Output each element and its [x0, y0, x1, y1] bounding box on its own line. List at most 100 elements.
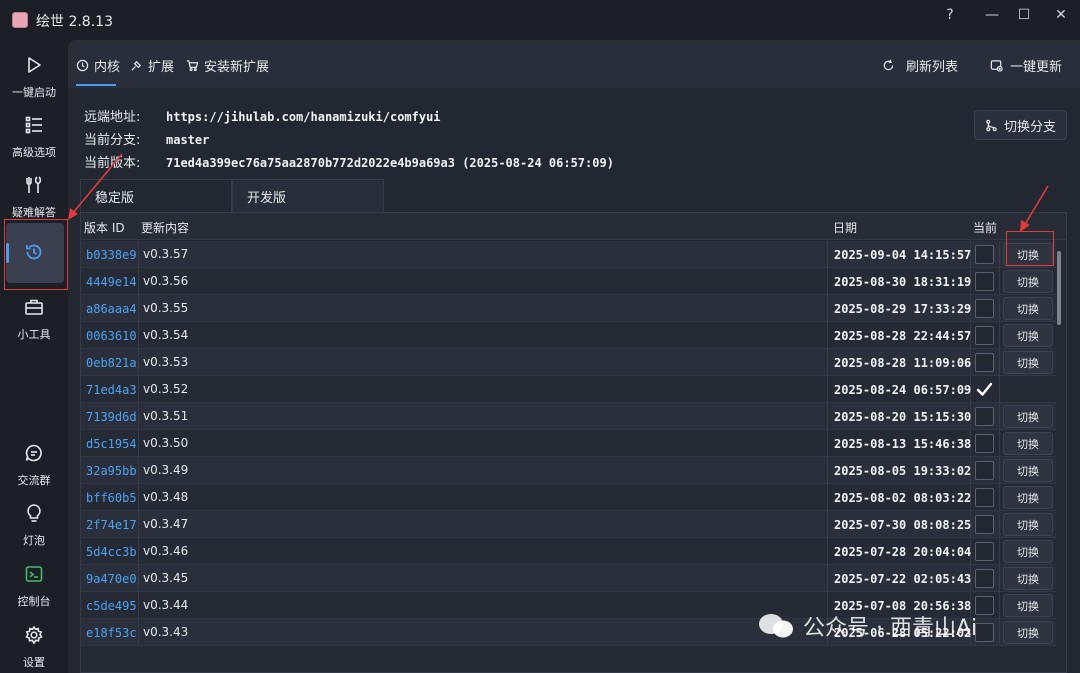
close-button[interactable]: ✕ — [1047, 4, 1075, 26]
column-divider — [138, 403, 139, 430]
tab-install-extension[interactable]: 安装新扩展 — [186, 56, 269, 75]
table-row[interactable]: 4449e14 v0.3.56 2025-08-30 18:31:19 切换 — [81, 268, 1056, 295]
table-row[interactable]: 5d4cc3b v0.3.46 2025-07-28 20:04:04 切换 — [81, 538, 1056, 565]
switch-version-button[interactable]: 切换 — [1003, 513, 1053, 536]
current-checkbox — [975, 380, 994, 399]
switch-version-button[interactable]: 切换 — [1003, 540, 1053, 563]
help-button[interactable]: ? — [936, 4, 964, 26]
table-row[interactable]: d5c1954 v0.3.50 2025-08-13 15:46:38 切换 — [81, 430, 1056, 457]
refresh-list-button[interactable]: 刷新列表 — [882, 56, 958, 75]
version-id-cell[interactable]: 0eb821a — [86, 356, 137, 370]
version-id-cell[interactable]: c5de495 — [86, 599, 137, 613]
version-content-cell: v0.3.47 — [143, 517, 189, 531]
remote-address-value: https://jihulab.com/hanamizuki/comfyui — [166, 110, 441, 124]
version-id-cell[interactable]: 0063610 — [86, 329, 137, 343]
column-divider — [827, 322, 828, 349]
tab-extensions-label: 扩展 — [148, 60, 175, 75]
switch-version-button[interactable]: 切换 — [1003, 432, 1053, 455]
one-click-update-button[interactable]: 一键更新 — [990, 56, 1062, 75]
version-id-cell[interactable]: a86aaa4 — [86, 302, 137, 316]
version-id-cell[interactable]: b0338e9 — [86, 248, 137, 262]
sidebar-item-advanced[interactable]: 高级选项 — [0, 114, 68, 170]
current-checkbox — [975, 272, 994, 291]
switch-version-button[interactable]: 切换 — [1003, 351, 1053, 374]
table-row[interactable]: a86aaa4 v0.3.55 2025-08-29 17:33:29 切换 — [81, 295, 1056, 322]
column-divider — [827, 403, 828, 430]
version-content-cell: v0.3.45 — [143, 571, 189, 585]
current-checkbox — [975, 596, 994, 615]
sidebar-item-community[interactable]: 交流群 — [0, 442, 68, 498]
column-divider — [827, 538, 828, 565]
current-branch-value: master — [166, 133, 210, 147]
switch-version-button[interactable]: 切换 — [1003, 459, 1053, 482]
version-id-cell[interactable]: e18f53c — [86, 626, 137, 640]
table-row[interactable]: 32a95bb v0.3.49 2025-08-05 19:33:02 切换 — [81, 457, 1056, 484]
tab-core[interactable]: 内核 — [76, 56, 120, 75]
table-row[interactable]: 9a470e0 v0.3.45 2025-07-22 02:05:43 切换 — [81, 565, 1056, 592]
column-divider — [999, 484, 1000, 511]
sidebar-item-tools[interactable]: 小工具 — [0, 296, 68, 352]
column-divider — [827, 295, 828, 322]
table-scrollbar[interactable] — [1057, 251, 1061, 325]
sidebar-item-settings[interactable]: 设置 — [0, 624, 68, 673]
table-row[interactable]: b0338e9 v0.3.57 2025-09-04 14:15:57 切换 — [81, 241, 1056, 268]
version-id-cell[interactable]: 2f74e17 — [86, 518, 137, 532]
version-id-cell[interactable]: bff60b5 — [86, 491, 137, 505]
table-row[interactable]: 7139d6d v0.3.51 2025-08-20 15:15:30 切换 — [81, 403, 1056, 430]
switch-branch-button[interactable]: 切换分支 — [974, 110, 1067, 140]
version-id-cell[interactable]: 7139d6d — [86, 410, 137, 424]
tab-extensions[interactable]: 扩展 — [130, 56, 174, 75]
switch-version-button[interactable]: 切换 — [1003, 621, 1053, 644]
version-id-cell[interactable]: d5c1954 — [86, 437, 137, 451]
maximize-button[interactable]: ☐ — [1010, 4, 1038, 26]
bulb-icon — [23, 502, 45, 524]
tab-dev[interactable]: 开发版 — [232, 179, 384, 213]
switch-version-button[interactable]: 切换 — [1003, 486, 1053, 509]
column-divider — [999, 268, 1000, 295]
title-bar: 绘世 2.8.13 ? — ☐ ✕ — [0, 0, 1080, 40]
version-date-cell: 2025-09-04 14:15:57 — [834, 248, 972, 262]
version-id-cell[interactable]: 9a470e0 — [86, 572, 137, 586]
header-date: 日期 — [833, 221, 858, 235]
table-row[interactable]: 0eb821a v0.3.53 2025-08-28 11:09:06 切换 — [81, 349, 1056, 376]
table-row[interactable]: bff60b5 v0.3.48 2025-08-02 08:03:22 切换 — [81, 484, 1056, 511]
column-divider — [138, 592, 139, 619]
switch-version-button[interactable]: 切换 — [1003, 405, 1053, 428]
switch-version-button[interactable]: 切换 — [1003, 594, 1053, 617]
current-checkbox — [975, 542, 994, 561]
version-id-cell[interactable]: 32a95bb — [86, 464, 137, 478]
switch-version-button[interactable]: 切换 — [1003, 567, 1053, 590]
check-icon — [976, 382, 993, 396]
list-icon — [23, 114, 45, 136]
column-divider — [827, 484, 828, 511]
remote-address-label: 远端地址: — [84, 110, 141, 125]
sidebar-item-launch[interactable]: 一键启动 — [0, 54, 68, 110]
table-row[interactable]: 2f74e17 v0.3.47 2025-07-30 08:08:25 切换 — [81, 511, 1056, 538]
column-divider — [138, 484, 139, 511]
switch-version-button[interactable]: 切换 — [1003, 324, 1053, 347]
version-content-cell: v0.3.52 — [143, 382, 189, 396]
version-id-cell[interactable]: 4449e14 — [86, 275, 137, 289]
column-divider — [999, 538, 1000, 565]
branch-icon — [986, 119, 997, 131]
version-date-cell: 2025-07-30 08:08:25 — [834, 518, 972, 532]
minimize-button[interactable]: — — [978, 4, 1006, 26]
version-date-cell: 2025-08-24 06:57:09 — [834, 383, 972, 397]
column-divider — [138, 538, 139, 565]
column-divider — [138, 349, 139, 376]
active-tab-underline — [76, 84, 116, 86]
sidebar-item-console[interactable]: 控制台 — [0, 563, 68, 619]
column-divider — [999, 430, 1000, 457]
version-id-cell[interactable]: 5d4cc3b — [86, 545, 137, 559]
header-current: 当前 — [973, 221, 998, 235]
sidebar-item-bulb[interactable]: 灯泡 — [0, 502, 68, 558]
switch-version-button[interactable]: 切换 — [1003, 270, 1053, 293]
column-divider — [999, 619, 1000, 646]
table-row[interactable]: 71ed4a3 v0.3.52 2025-08-24 06:57:09 — [81, 376, 1056, 403]
table-row[interactable]: 0063610 v0.3.54 2025-08-28 22:44:57 切换 — [81, 322, 1056, 349]
tools-icon — [23, 174, 45, 196]
version-id-cell[interactable]: 71ed4a3 — [86, 383, 137, 397]
version-content-cell: v0.3.54 — [143, 328, 189, 342]
switch-version-button[interactable]: 切换 — [1003, 297, 1053, 320]
sidebar-item-label: 一键启动 — [12, 86, 56, 99]
